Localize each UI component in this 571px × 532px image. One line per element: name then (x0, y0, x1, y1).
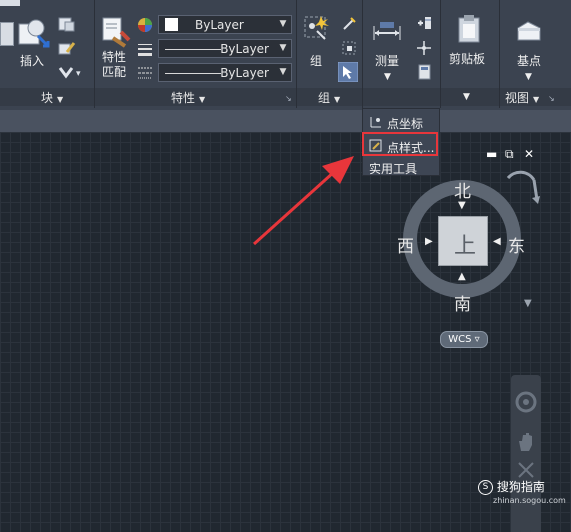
point-crosshair-icon[interactable] (416, 40, 432, 56)
insert-block-icon[interactable] (17, 16, 51, 48)
menu-item-point-coords[interactable]: 点坐标 (387, 115, 423, 132)
block-dropdown-icon[interactable] (0, 0, 20, 6)
restore-icon[interactable]: ⧉ (505, 147, 514, 162)
watermark-brand-text: 搜狗指南 (496, 480, 545, 494)
compass-north[interactable]: 北 (454, 177, 471, 202)
watermark-url: zhinan.sogou.com (493, 496, 566, 505)
chevron-down-icon[interactable]: ▼ (275, 16, 291, 33)
line-preview (165, 49, 221, 50)
viewcube-menu-icon[interactable]: ▼ (524, 298, 532, 309)
lineweight-value: ByLayer (220, 42, 269, 56)
match-properties-icon[interactable] (101, 16, 131, 50)
create-block-icon[interactable] (58, 16, 76, 32)
basepoint-icon[interactable] (516, 20, 542, 42)
block-partial-icon[interactable] (0, 22, 14, 46)
lineweight-icon[interactable] (137, 41, 153, 57)
point-coordinates-icon (370, 117, 381, 128)
view-launcher-icon[interactable]: ↘ (548, 94, 555, 103)
group-panel-title[interactable]: 组 ▼ (318, 89, 340, 106)
zoom-extents-icon[interactable] (517, 461, 535, 479)
measure-label[interactable]: 测量 (375, 52, 399, 69)
chevron-down-icon[interactable]: ▼ (275, 64, 291, 81)
minimize-icon[interactable]: ▬ (486, 147, 497, 161)
line-preview (165, 73, 221, 74)
linetype-value: ByLayer (220, 66, 269, 80)
wcs-menu[interactable]: WCS ▿ (440, 331, 488, 348)
separator (499, 0, 500, 108)
measure-dropdown-icon[interactable]: ▼ (384, 72, 391, 82)
separator (362, 0, 363, 108)
compass-south[interactable]: 南 (454, 290, 471, 315)
arrow-west-icon[interactable]: ▶ (425, 236, 433, 247)
group-edit-icon[interactable] (341, 40, 357, 56)
wcs-label: WCS (448, 334, 472, 345)
block-panel-title[interactable]: 块 ▼ (41, 89, 63, 106)
watermark-brand: S 搜狗指南 (478, 478, 545, 495)
lineweight-combo[interactable]: ByLayer ▼ (158, 39, 292, 58)
navigation-bar[interactable] (511, 375, 541, 532)
group-select-icon[interactable] (338, 62, 358, 82)
annotation-arrow (252, 156, 354, 246)
block-attribute-icon[interactable]: ▾ (58, 64, 84, 80)
color-wheel-icon[interactable] (137, 17, 153, 33)
pan-hand-icon[interactable] (516, 431, 536, 453)
separator (440, 0, 441, 108)
svg-text:▾: ▾ (76, 69, 81, 79)
view-panel-label: 视图 (505, 91, 530, 105)
match-properties-label[interactable]: 特性 匹配 (102, 50, 126, 80)
properties-panel-label: 特性 (171, 91, 196, 105)
clipboard-icon[interactable] (456, 14, 482, 44)
close-icon[interactable]: ✕ (524, 147, 534, 161)
clipboard-dropdown-icon[interactable]: ▼ (463, 92, 470, 102)
steering-wheel-icon[interactable] (515, 391, 537, 413)
group-label[interactable]: 组 (310, 52, 322, 69)
separator (296, 0, 297, 108)
separator (94, 0, 95, 108)
basepoint-dropdown-icon[interactable]: ▼ (525, 72, 532, 82)
color-combo[interactable]: ByLayer ▼ (158, 15, 292, 34)
sogou-logo-icon: S (478, 480, 493, 495)
match-props-line1: 特性 (102, 50, 127, 64)
rotate-arrow-icon[interactable] (504, 168, 542, 206)
group-panel-label: 组 (318, 91, 331, 105)
measure-icon[interactable] (372, 20, 402, 44)
arrow-north-icon[interactable]: ▼ (458, 200, 466, 211)
color-swatch (165, 18, 178, 31)
arrow-east-icon[interactable]: ◀ (493, 236, 501, 247)
compass-west[interactable]: 西 (397, 232, 414, 257)
view-panel-title[interactable]: 视图 ▼ (505, 89, 539, 106)
insert-label[interactable]: 插入 (20, 52, 44, 69)
arrow-south-icon[interactable]: ▲ (458, 271, 466, 282)
color-value: ByLayer (195, 18, 244, 32)
highlight-box (362, 132, 438, 156)
calculator-icon[interactable] (418, 64, 432, 80)
file-tab-strip (0, 110, 571, 132)
basepoint-label[interactable]: 基点 (517, 52, 541, 69)
calculator-plus-icon[interactable] (416, 14, 432, 30)
chevron-down-icon[interactable]: ▼ (275, 40, 291, 57)
match-props-line2: 匹配 (102, 65, 127, 79)
block-panel-label: 块 (41, 91, 54, 105)
linetype-icon[interactable] (137, 65, 153, 81)
group-icon[interactable] (302, 14, 332, 48)
edit-block-icon[interactable] (58, 40, 76, 56)
compass-east[interactable]: 东 (508, 232, 525, 257)
clipboard-label[interactable]: 剪贴板 (449, 50, 485, 67)
viewcube-face-label: 上 (454, 234, 477, 259)
ungroup-icon[interactable] (341, 16, 357, 32)
properties-launcher-icon[interactable]: ↘ (285, 94, 292, 103)
properties-panel-title[interactable]: 特性 ▼ (171, 89, 205, 106)
linetype-combo[interactable]: ByLayer ▼ (158, 63, 292, 82)
menu-item-utilities[interactable]: 实用工具 (369, 160, 417, 177)
